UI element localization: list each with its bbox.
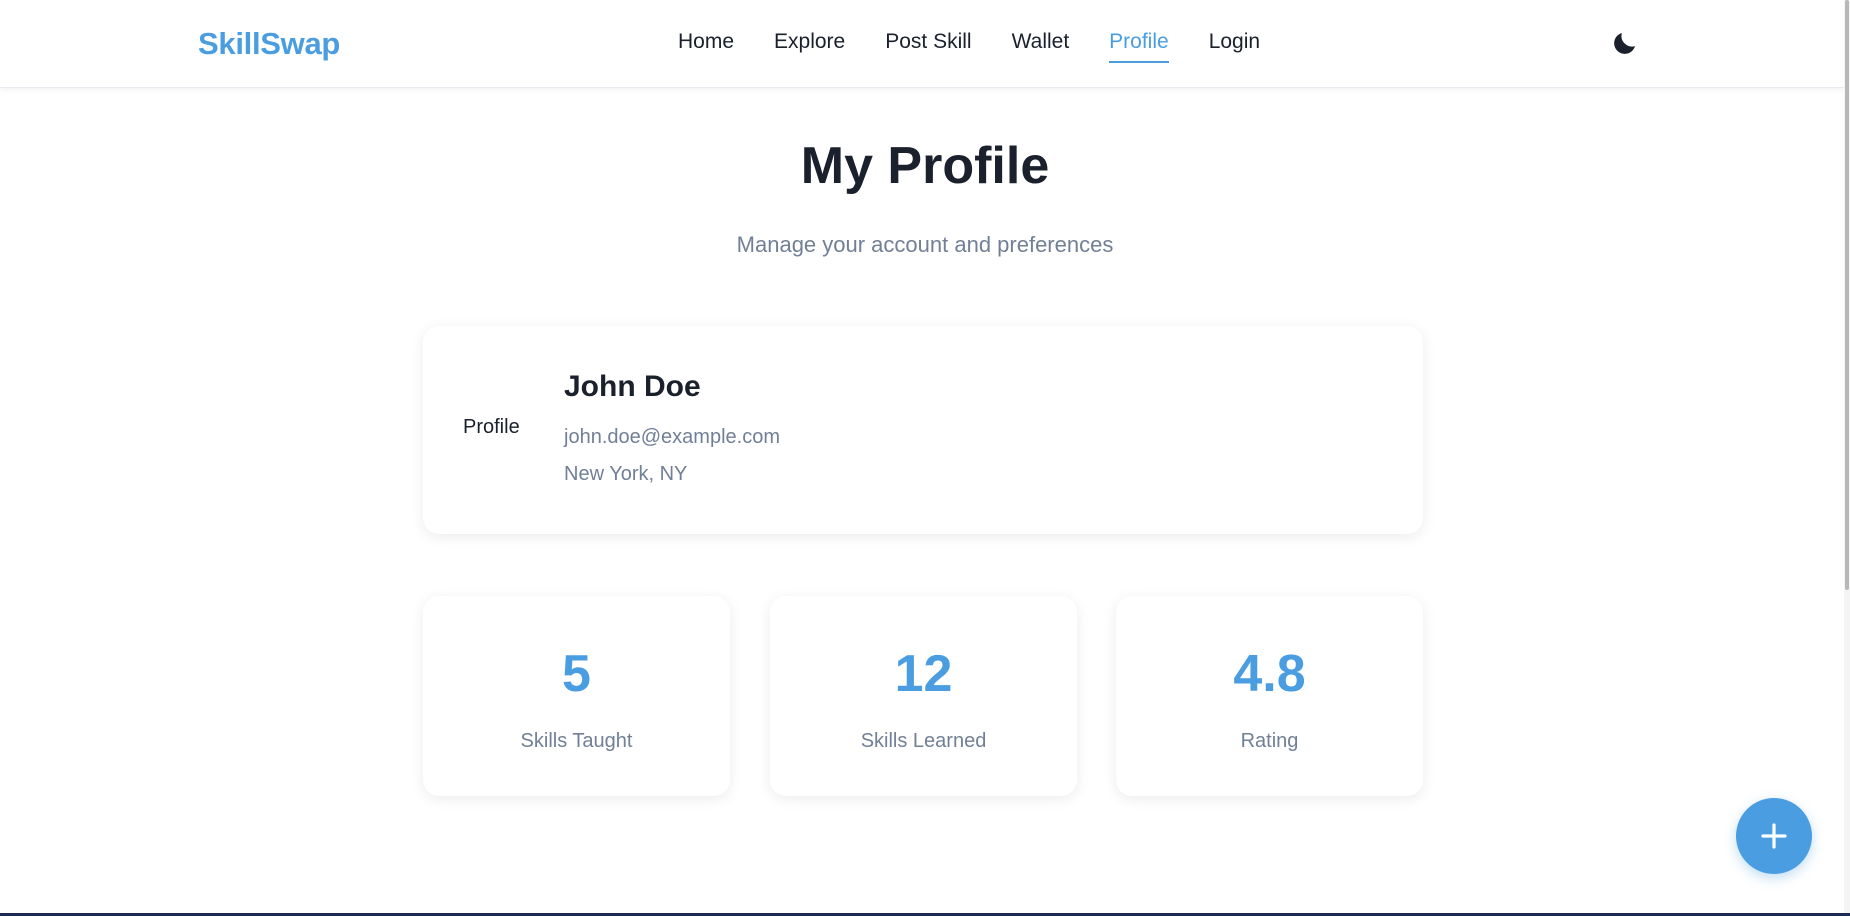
add-button[interactable] [1736, 798, 1812, 874]
theme-toggle-button[interactable] [1610, 28, 1640, 58]
nav-links: Home Explore Post Skill Wallet Profile L… [678, 30, 1260, 63]
stat-card-skills-taught: 5 Skills Taught [423, 596, 730, 796]
page-subtitle: Manage your account and preferences [736, 232, 1114, 257]
nav-item-wallet[interactable]: Wallet [1012, 30, 1070, 60]
profile-card: Profile John Doe john.doe@example.com Ne… [423, 326, 1423, 534]
stat-label: Skills Taught [520, 730, 633, 752]
page: SkillSwap Home Explore Post Skill Wallet… [0, 0, 1850, 916]
nav-item-home[interactable]: Home [678, 30, 734, 60]
plus-icon [1761, 823, 1787, 849]
scrollbar-thumb[interactable] [1845, 0, 1849, 590]
profile-email: john.doe@example.com [564, 426, 780, 448]
profile-location: New York, NY [564, 463, 688, 485]
profile-name: John Doe [564, 370, 701, 403]
stat-label: Skills Learned [860, 730, 987, 752]
page-title: My Profile [800, 137, 1050, 195]
avatar[interactable]: Profile [463, 416, 520, 439]
stat-label: Rating [1240, 730, 1299, 752]
stat-value: 4.8 [1233, 645, 1306, 703]
nav-item-profile[interactable]: Profile [1109, 30, 1169, 63]
moon-icon [1614, 33, 1635, 54]
stat-value: 12 [894, 645, 953, 703]
nav-item-explore[interactable]: Explore [774, 30, 845, 60]
nav-item-post-skill[interactable]: Post Skill [885, 30, 971, 60]
brand-logo[interactable]: SkillSwap [198, 26, 340, 62]
scrollbar[interactable] [1844, 0, 1850, 916]
navbar: SkillSwap Home Explore Post Skill Wallet… [0, 0, 1850, 88]
stat-card-rating: 4.8 Rating [1116, 596, 1423, 796]
nav-item-login[interactable]: Login [1209, 30, 1260, 60]
stat-card-skills-learned: 12 Skills Learned [770, 596, 1077, 796]
stat-value: 5 [562, 645, 591, 703]
